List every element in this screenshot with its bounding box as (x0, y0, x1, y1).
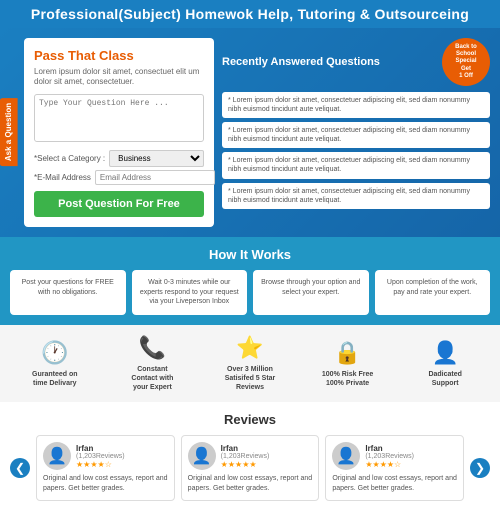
feature-icon-1: 📞 (139, 335, 166, 361)
reviewer-info-2: 👤 Irfan (1,203Reviews) ★★★★☆ (332, 442, 457, 470)
how-it-works-section: How It Works Post your questions for FRE… (0, 237, 500, 325)
category-select[interactable]: Business Math Science English History Ot… (109, 150, 204, 167)
feature-item-0: 🕐 Guranteed on time Delivary (27, 340, 82, 388)
feature-icon-0: 🕐 (41, 340, 68, 366)
review-card-1: 👤 Irfan (1,203Reviews) ★★★★★ Original an… (181, 435, 320, 501)
reviewer-count-1: (1,203Reviews) (221, 453, 270, 460)
reviewer-stars-1: ★★★★★ (221, 460, 270, 469)
reviewer-stars-0: ★★★★☆ (76, 460, 125, 469)
ask-question-bubble[interactable]: Ask a Question (0, 98, 18, 166)
email-input[interactable] (95, 170, 215, 185)
form-description: Lorem ipsum dolor sit amet, consectuet e… (34, 67, 204, 88)
email-label: *E-Mail Address (34, 173, 91, 182)
page-title: Professional(Subject) Homewok Help, Tuto… (10, 6, 490, 22)
how-step-1: Post your questions for FREE with no obl… (10, 270, 126, 315)
reviewer-avatar-1: 👤 (188, 442, 216, 470)
badge-line4: Get (461, 66, 471, 73)
how-title: How It Works (10, 247, 490, 262)
qa-item-3: Lorem ipsum dolor sit amet, consectetuer… (222, 152, 490, 178)
feature-label-0: Guranteed on time Delivary (27, 370, 82, 388)
feature-item-4: 👤 Dadicated Support (418, 340, 473, 388)
question-input[interactable] (34, 94, 204, 142)
feature-item-1: 📞 Constant Contact with your Expert (125, 335, 180, 392)
review-text-0: Original and low cost essays, report and… (43, 474, 168, 494)
how-step-3: Browse through your option and select yo… (253, 270, 369, 315)
qa-item-2: Lorem ipsum dolor sit amet, consectetuer… (222, 122, 490, 148)
badge-line5: 1 Off (459, 73, 473, 80)
qa-items: Lorem ipsum dolor sit amet, consectetuer… (222, 92, 490, 209)
reviewer-count-0: (1,203Reviews) (76, 453, 125, 460)
features-section: 🕐 Guranteed on time Delivary 📞 Constant … (0, 325, 500, 402)
category-label: *Select a Category : (34, 154, 105, 163)
reviewer-name-2: Irfan (365, 444, 414, 453)
badge-line2: School (456, 51, 476, 58)
review-cards: 👤 Irfan (1,203Reviews) ★★★★☆ Original an… (36, 435, 464, 501)
email-row: *E-Mail Address (34, 170, 204, 185)
hero-section: Ask a Question Pass That Class Lorem ips… (0, 28, 500, 237)
badge-line1: Back to (455, 44, 477, 51)
feature-icon-3: 🔒 (334, 340, 361, 366)
carousel-left-arrow[interactable]: ❮ (10, 458, 30, 478)
feature-item-3: 🔒 100% Risk Free 100% Private (320, 340, 375, 388)
reviewer-info-0: 👤 Irfan (1,203Reviews) ★★★★☆ (43, 442, 168, 470)
reviews-carousel: ❮ 👤 Irfan (1,203Reviews) ★★★★☆ Original … (10, 435, 490, 501)
qa-header: Recently Answered Questions Back to Scho… (222, 38, 490, 86)
feature-label-1: Constant Contact with your Expert (125, 365, 180, 392)
promo-badge: Back to School Special Get 1 Off (442, 38, 490, 86)
qa-item-4: Lorem ipsum dolor sit amet, consectetuer… (222, 183, 490, 209)
qa-item-1: Lorem ipsum dolor sit amet, consectetuer… (222, 92, 490, 118)
category-row: *Select a Category : Business Math Scien… (34, 150, 204, 167)
review-card-0: 👤 Irfan (1,203Reviews) ★★★★☆ Original an… (36, 435, 175, 501)
how-step-2: Wait 0-3 minutes while our experts respo… (132, 270, 248, 315)
qa-title: Recently Answered Questions (222, 56, 380, 68)
reviewer-info-1: 👤 Irfan (1,203Reviews) ★★★★★ (188, 442, 313, 470)
review-card-2: 👤 Irfan (1,203Reviews) ★★★★☆ Original an… (325, 435, 464, 501)
reviewer-stars-2: ★★★★☆ (365, 460, 414, 469)
review-text-1: Original and low cost essays, report and… (188, 474, 313, 494)
reviewer-avatar-2: 👤 (332, 442, 360, 470)
form-title: Pass That Class (34, 48, 204, 63)
page-header: Professional(Subject) Homewok Help, Tuto… (0, 0, 500, 28)
badge-line3: Special (455, 58, 476, 65)
feature-label-3: 100% Risk Free 100% Private (320, 370, 375, 388)
feature-label-2: Over 3 Million Satisifed 5 Star Reviews (222, 365, 277, 392)
feature-icon-4: 👤 (431, 340, 458, 366)
feature-item-2: ⭐ Over 3 Million Satisifed 5 Star Review… (222, 335, 277, 392)
form-box: Pass That Class Lorem ipsum dolor sit am… (24, 38, 214, 227)
qa-box: Recently Answered Questions Back to Scho… (222, 38, 490, 227)
reviews-section: Reviews ❮ 👤 Irfan (1,203Reviews) ★★★★☆ O… (0, 402, 500, 511)
feature-label-4: Dadicated Support (418, 370, 473, 388)
reviewer-count-2: (1,203Reviews) (365, 453, 414, 460)
reviewer-name-1: Irfan (221, 444, 270, 453)
carousel-right-arrow[interactable]: ❯ (470, 458, 490, 478)
reviewer-avatar-0: 👤 (43, 442, 71, 470)
reviews-title: Reviews (10, 412, 490, 427)
reviewer-name-0: Irfan (76, 444, 125, 453)
how-steps: Post your questions for FREE with no obl… (10, 270, 490, 315)
post-question-button[interactable]: Post Question For Free (34, 191, 204, 217)
review-text-2: Original and low cost essays, report and… (332, 474, 457, 494)
how-step-4: Upon completion of the work, pay and rat… (375, 270, 491, 315)
feature-icon-2: ⭐ (236, 335, 263, 361)
